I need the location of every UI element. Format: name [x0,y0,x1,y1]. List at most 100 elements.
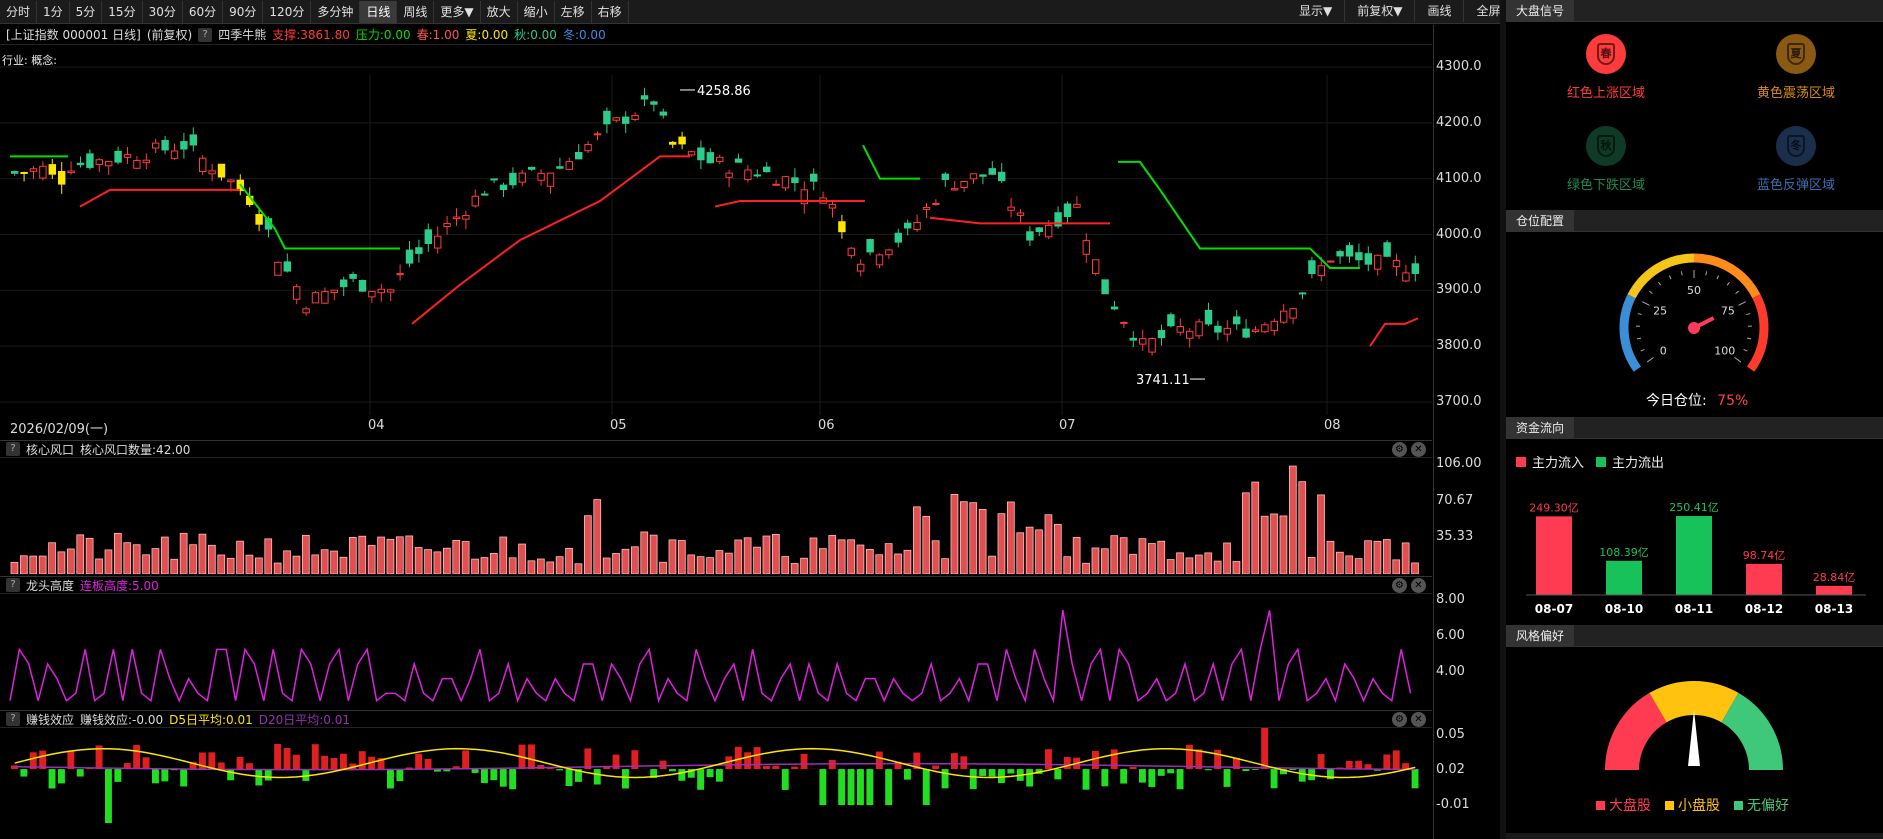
hot-sector-bar [1166,559,1175,574]
period-button[interactable]: 30分 [143,0,183,23]
period-button[interactable]: 周线 [397,0,435,23]
toolbar-right-button[interactable]: 前复权▼ [1345,0,1416,22]
hot-sector-bar [537,558,545,574]
candle [772,183,780,186]
candle [1073,203,1081,208]
candle [462,214,470,220]
period-button[interactable]: 120分 [263,0,312,23]
help-icon[interactable]: ? [6,578,20,592]
period-button[interactable]: 多分钟 [311,0,361,23]
candle [1251,329,1260,333]
hot-sector-bar [555,556,564,574]
gauge-tick [1636,337,1642,340]
hot-sector-bar [1016,532,1025,574]
hot-sector-bar [518,543,526,574]
profit-bar [1214,749,1222,770]
candle [95,159,103,165]
season-label: 蓝色反弹区域 [1756,178,1835,193]
toolbar-right-button[interactable]: 显示▼ [1287,0,1346,22]
hot-sector-bar [236,540,244,574]
profit-bar [1411,769,1419,789]
hot-sector-bar [884,543,893,574]
period-button[interactable]: 左移 [555,0,592,23]
candle [396,273,404,276]
candle [1336,251,1344,257]
candle [443,223,451,228]
toolbar-right-button[interactable]: 画线 [1415,0,1465,22]
candle [565,161,573,170]
candle [152,142,160,149]
hot-sector-bar [367,544,376,574]
hot-sector-bar [696,556,705,574]
hot-sector-bar [1326,540,1335,574]
hot-sector-bar [254,557,263,574]
low-annotation: 3741.11 [1136,373,1190,388]
period-button[interactable]: 日线 [360,0,398,23]
candle [922,206,931,210]
profit-bar [105,769,112,824]
period-button[interactable]: 右移 [592,0,629,23]
period-button[interactable]: 1分 [37,0,70,23]
help-icon[interactable]: ? [6,712,20,726]
season-spring[interactable]: 春红色上涨区域 [1546,34,1666,101]
hot-sector-bar [828,535,837,574]
gauge-tick [1648,290,1653,294]
profit-bar [490,769,498,781]
candle [170,150,179,159]
profit-bar [838,769,846,806]
profit-bar [1345,760,1353,770]
kline-chart[interactable]: 4258.86 3741.11 [0,45,1432,415]
hot-sector-bar [226,557,235,574]
profit-bar [979,769,987,776]
hot-sector-bar [189,544,197,574]
profit-bar [669,769,676,772]
candle [1327,260,1335,263]
help-icon[interactable]: ? [198,27,213,42]
hot-sector-bar [160,536,169,574]
help-icon[interactable]: ? [6,442,20,456]
hot-sector-bar [442,547,451,574]
candle [20,171,28,174]
close-icon[interactable]: ✕ [1411,712,1426,727]
hot-sector-bar [715,550,724,574]
symbol-label: [上证指数 000001 日线] [6,28,141,42]
gear-icon[interactable]: ⚙ [1392,712,1407,727]
gauge-tick [1668,275,1672,280]
period-button[interactable]: 15分 [102,0,143,23]
profit-bar [988,769,996,777]
gauge-tick [1738,301,1746,306]
close-icon[interactable]: ✕ [1411,442,1426,457]
hot-sector-bar [837,539,846,574]
support-line [79,188,240,208]
profit-bar [114,769,122,782]
period-button[interactable]: 5分 [70,0,103,23]
period-button[interactable]: 放大 [481,0,518,23]
hot-sector-bar [1270,513,1278,574]
season-winter[interactable]: 冬蓝色反弹区域 [1736,126,1856,193]
period-button[interactable]: 缩小 [518,0,555,23]
hot-sector-bar [668,539,677,574]
profit-bar [772,765,780,770]
pressure-line [1118,160,1360,269]
period-button[interactable]: 60分 [183,0,224,23]
hot-sector-bar [38,555,47,574]
hot-sector-bar [1373,540,1382,574]
gear-icon[interactable]: ⚙ [1392,578,1407,593]
hot-sector-bar [207,544,216,574]
summer-value: 夏:0.00 [465,28,509,42]
hot-sector-bar [687,554,696,574]
season-summer[interactable]: 夏黄色震荡区域 [1736,34,1856,101]
candle [133,160,141,169]
season-autumn[interactable]: 秋绿色下跌区域 [1546,126,1666,193]
period-button[interactable]: 更多▼ [434,0,481,23]
section-title: 大盘信号 [1506,0,1575,22]
period-button[interactable]: 分时 [0,0,38,23]
candle [1045,224,1053,238]
hot-sector-bar [1054,524,1062,574]
gear-icon[interactable]: ⚙ [1392,442,1407,457]
period-button[interactable]: 90分 [223,0,264,23]
close-icon[interactable]: ✕ [1411,578,1426,593]
candle [1374,254,1382,270]
hot-sector-bar [621,548,630,574]
hot-sector-bar [574,563,583,574]
